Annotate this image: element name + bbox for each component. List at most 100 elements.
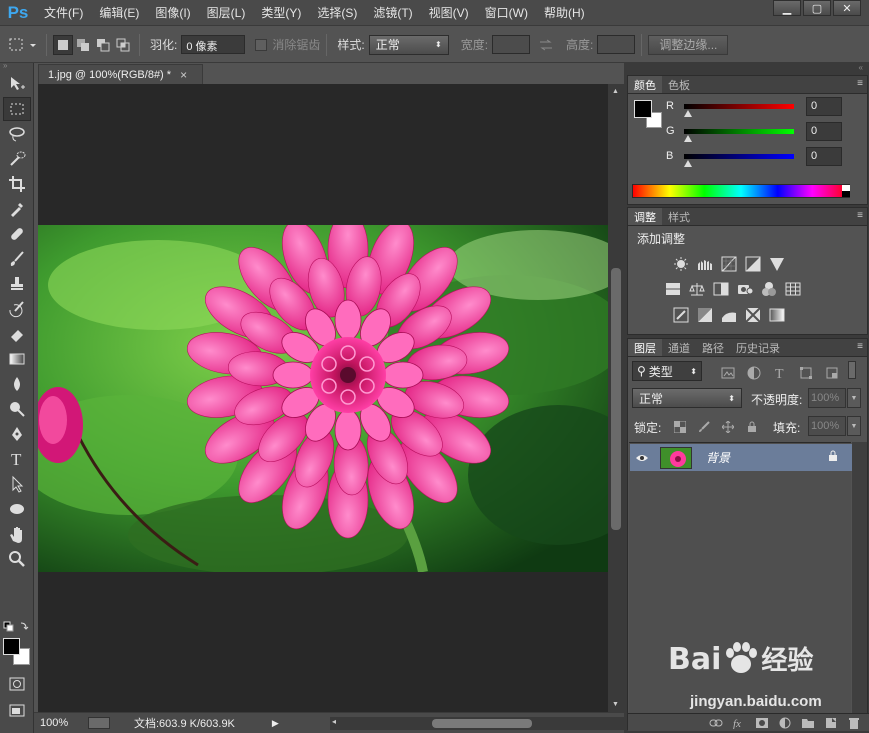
toolbox-collapse-icon[interactable]: » — [0, 62, 33, 71]
pen-tool-icon[interactable] — [3, 422, 31, 446]
lock-transparent-icon[interactable] — [672, 417, 688, 437]
layer-name[interactable]: 背景 — [706, 449, 730, 466]
tab-history[interactable]: 历史记录 — [730, 339, 786, 356]
add-selection-icon[interactable] — [73, 35, 93, 55]
scroll-left-icon[interactable]: ◂ — [332, 717, 336, 726]
layer-style-icon[interactable]: fx — [730, 715, 748, 731]
swap-dimensions-icon[interactable] — [536, 35, 556, 55]
history-brush-tool-icon[interactable] — [3, 297, 31, 321]
gradient-tool-icon[interactable] — [3, 347, 31, 371]
layer-row[interactable]: 背景 — [630, 444, 852, 471]
gradient-map-icon[interactable] — [768, 306, 786, 324]
panel-menu-icon[interactable]: ≡ — [857, 210, 863, 221]
blue-slider[interactable]: B 0 — [666, 147, 842, 167]
quick-mask-icon[interactable] — [3, 672, 31, 696]
vertical-scrollbar[interactable]: ▲ ▼ — [608, 84, 624, 712]
fill-dropdown-icon[interactable]: ▼ — [847, 416, 861, 436]
vertical-scroll-thumb[interactable] — [611, 268, 621, 530]
filter-smart-object-icon[interactable] — [822, 363, 842, 383]
tool-preset-picker[interactable] — [6, 35, 40, 55]
red-track[interactable] — [684, 103, 794, 109]
foreground-color-swatch[interactable] — [3, 638, 20, 655]
path-selection-tool-icon[interactable] — [3, 472, 31, 496]
menu-layer[interactable]: 图层(L) — [199, 0, 254, 26]
new-group-icon[interactable] — [799, 715, 817, 731]
new-layer-icon[interactable] — [822, 715, 840, 731]
link-layers-icon[interactable] — [707, 715, 725, 731]
quick-select-tool-icon[interactable] — [3, 147, 31, 171]
levels-icon[interactable] — [696, 255, 714, 273]
hand-tool-icon[interactable] — [3, 522, 31, 546]
minimize-button[interactable]: ▁ — [773, 0, 801, 16]
green-slider[interactable]: G 0 — [666, 122, 842, 142]
color-reset-icon[interactable] — [3, 619, 31, 633]
antialias-checkbox[interactable]: 消除锯齿 — [255, 36, 320, 53]
fg-color-chip[interactable] — [634, 100, 652, 118]
antialias-box[interactable] — [255, 38, 268, 51]
horizontal-scrollbar[interactable]: ◂ ▸ — [330, 717, 636, 730]
canvas-area[interactable] — [38, 84, 608, 712]
posterize-icon[interactable] — [696, 306, 714, 324]
move-tool-icon[interactable] — [3, 72, 31, 96]
type-tool-icon[interactable]: T — [3, 447, 31, 471]
menu-image[interactable]: 图像(I) — [147, 0, 198, 26]
black-white-icon[interactable] — [712, 280, 730, 298]
tab-channels[interactable]: 通道 — [662, 339, 696, 356]
crop-tool-icon[interactable] — [3, 172, 31, 196]
lock-all-icon[interactable] — [744, 417, 760, 437]
filter-adjustment-icon[interactable] — [744, 363, 764, 383]
blur-tool-icon[interactable] — [3, 372, 31, 396]
tab-layers[interactable]: 图层 — [628, 339, 662, 356]
color-spectrum-bar[interactable] — [632, 184, 850, 198]
refine-edge-button[interactable]: 调整边缘... — [648, 34, 729, 55]
lock-position-icon[interactable] — [720, 417, 736, 437]
menu-help[interactable]: 帮助(H) — [536, 0, 593, 26]
color-lookup-icon[interactable] — [784, 280, 802, 298]
tab-swatches[interactable]: 色板 — [662, 76, 696, 93]
threshold-icon[interactable] — [720, 306, 738, 324]
subtract-selection-icon[interactable] — [93, 35, 113, 55]
intersect-selection-icon[interactable] — [113, 35, 133, 55]
filter-pixel-icon[interactable] — [718, 363, 738, 383]
adjustment-layer-icon[interactable] — [776, 715, 794, 731]
delete-layer-icon[interactable] — [845, 715, 863, 731]
style-select[interactable]: 正常 ⬍ — [368, 34, 449, 55]
blend-mode-select[interactable]: 正常 ⬍ — [632, 388, 742, 408]
document-tab[interactable]: 1.jpg @ 100%(RGB/8#) * × — [38, 64, 203, 84]
blue-handle[interactable] — [684, 160, 692, 167]
green-value[interactable]: 0 — [806, 122, 842, 141]
blue-value[interactable]: 0 — [806, 147, 842, 166]
hue-saturation-icon[interactable] — [664, 280, 682, 298]
menu-select[interactable]: 选择(S) — [309, 0, 365, 26]
green-handle[interactable] — [684, 135, 692, 142]
zoom-tool-icon[interactable] — [3, 547, 31, 571]
close-button[interactable]: ✕ — [833, 0, 861, 16]
spectrum-black-chip[interactable] — [842, 191, 850, 197]
brush-tool-icon[interactable] — [3, 247, 31, 271]
eraser-tool-icon[interactable] — [3, 322, 31, 346]
panels-collapse-icon[interactable]: « — [624, 63, 869, 75]
exposure-icon[interactable] — [744, 255, 762, 273]
channel-mixer-icon[interactable] — [760, 280, 778, 298]
curves-icon[interactable] — [720, 255, 738, 273]
scroll-up-icon[interactable]: ▲ — [612, 88, 619, 95]
filter-type-icon[interactable]: T — [770, 363, 790, 383]
tab-styles[interactable]: 样式 — [662, 208, 696, 225]
brightness-icon[interactable] — [672, 255, 690, 273]
status-preview-icon[interactable] — [88, 717, 110, 729]
red-value[interactable]: 0 — [806, 97, 842, 116]
menu-edit[interactable]: 编辑(E) — [91, 0, 147, 26]
width-input[interactable] — [492, 35, 531, 54]
screen-mode-icon[interactable] — [3, 698, 31, 722]
healing-brush-tool-icon[interactable] — [3, 222, 31, 246]
lock-pixels-icon[interactable] — [696, 417, 712, 437]
layers-scrollbar[interactable] — [852, 442, 867, 714]
scroll-down-icon[interactable]: ▼ — [612, 701, 619, 708]
new-selection-icon[interactable] — [53, 34, 73, 55]
opacity-dropdown-icon[interactable]: ▼ — [847, 388, 861, 408]
red-slider[interactable]: R 0 — [666, 97, 842, 117]
panel-menu-icon[interactable]: ≡ — [857, 341, 863, 352]
dodge-tool-icon[interactable] — [3, 397, 31, 421]
ellipse-tool-icon[interactable] — [3, 497, 31, 521]
tab-adjustments[interactable]: 调整 — [628, 208, 662, 225]
